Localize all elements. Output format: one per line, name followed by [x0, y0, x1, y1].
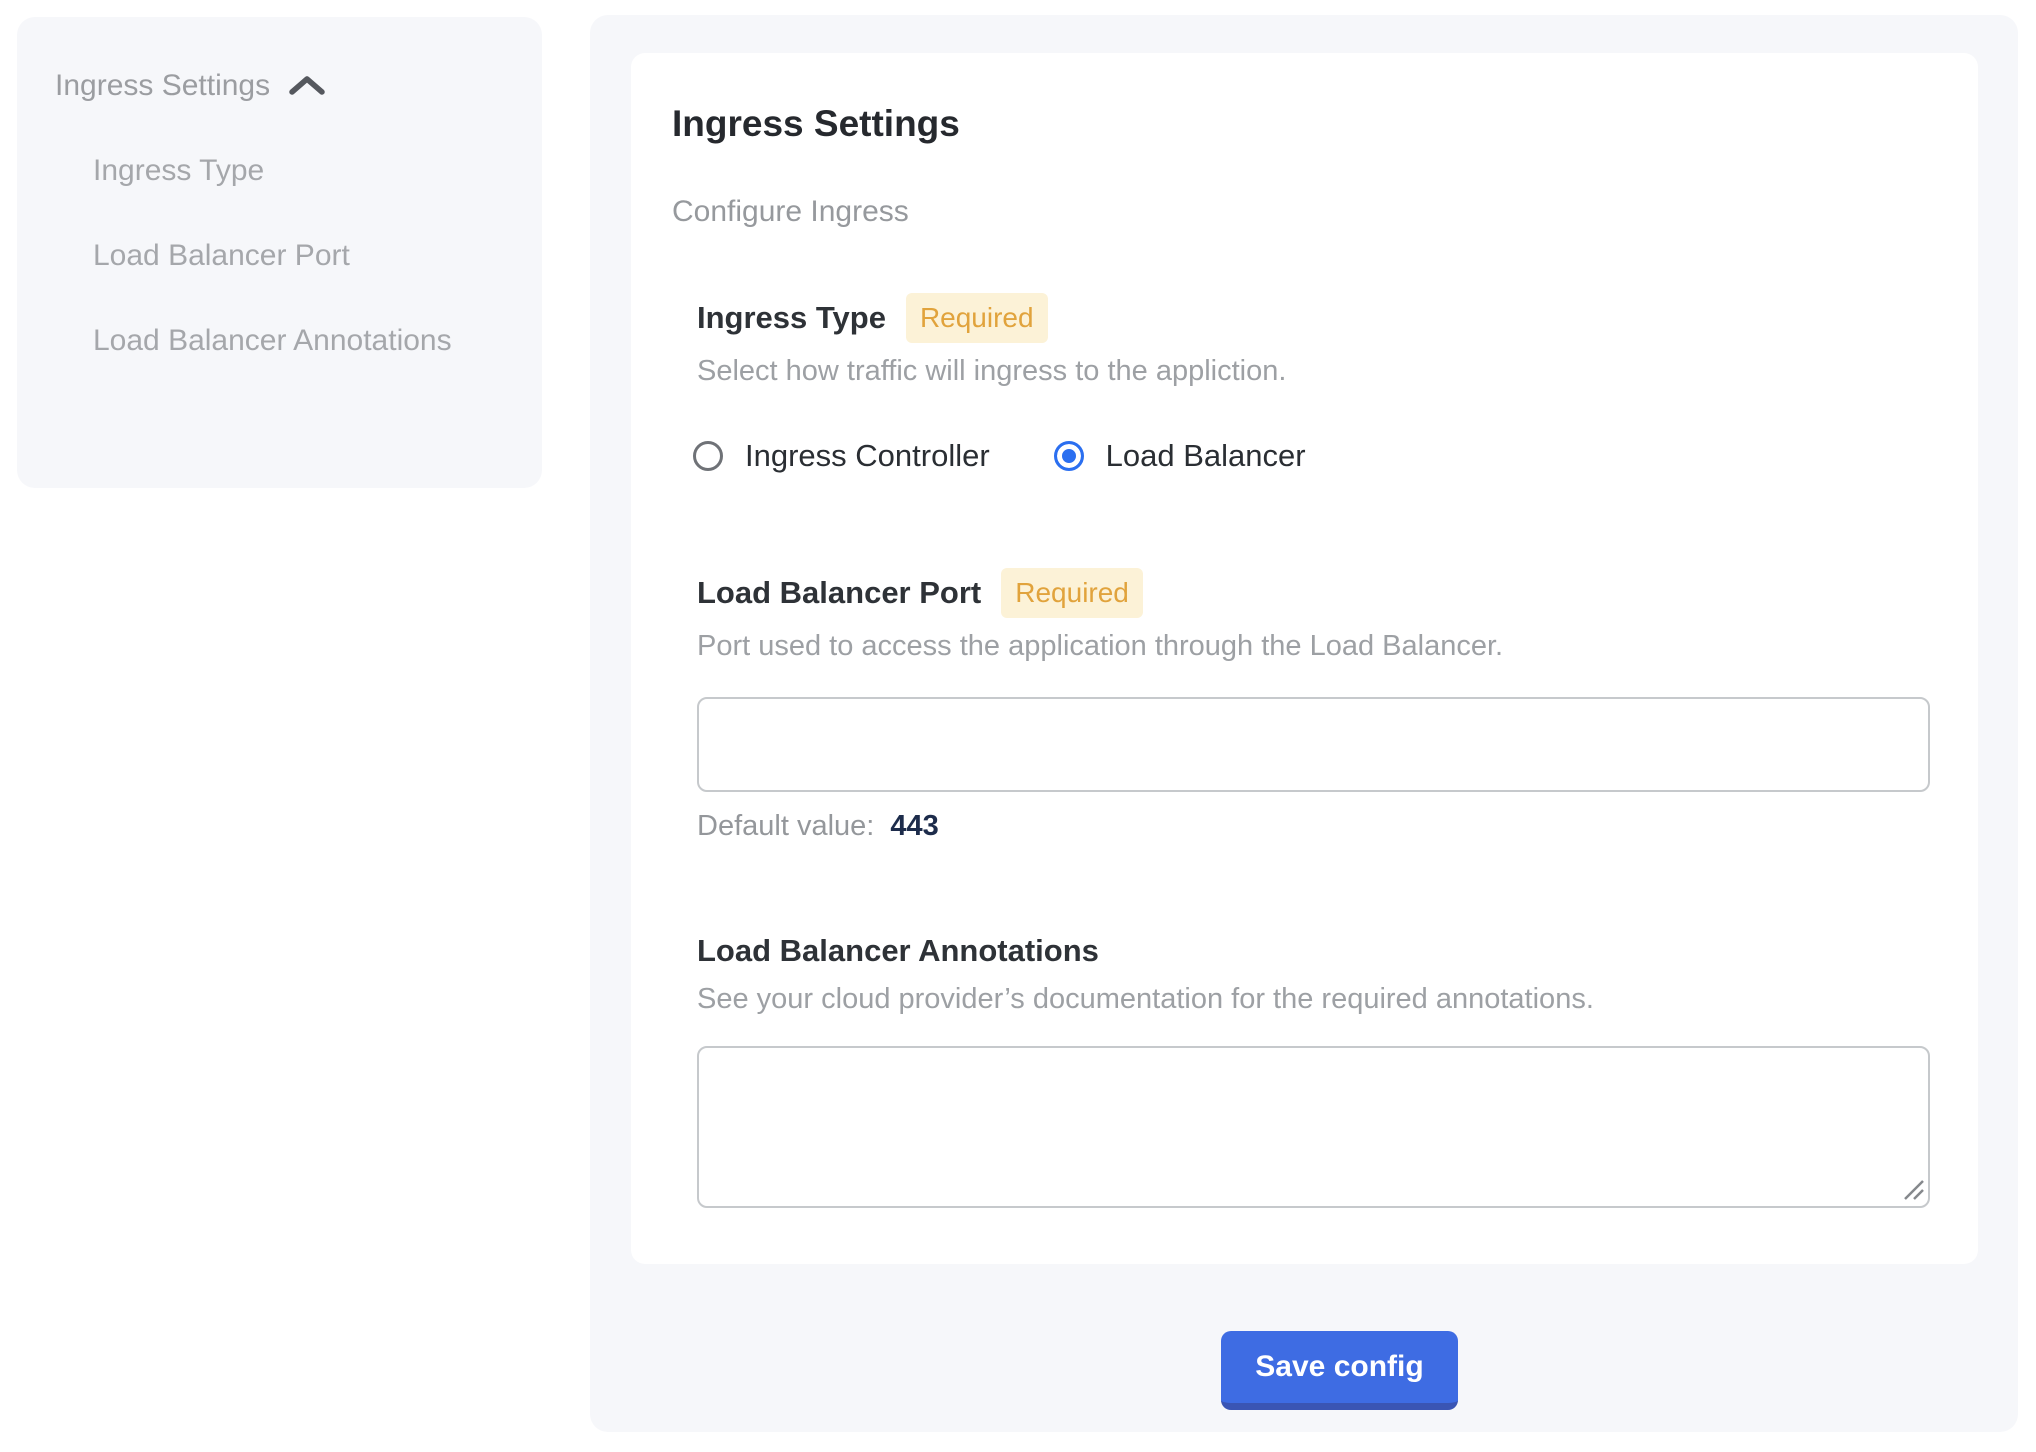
load-balancer-port-input[interactable]: [697, 697, 1930, 792]
lb-port-heading: Load Balancer Port: [697, 573, 981, 613]
ingress-type-description: Select how traffic will ingress to the a…: [697, 351, 1286, 391]
lb-annotations-heading: Load Balancer Annotations: [697, 931, 1099, 971]
radio-checked-icon[interactable]: [1054, 441, 1084, 471]
sidebar-item-load-balancer-annotations[interactable]: Load Balancer Annotations: [93, 298, 462, 383]
page-title: Ingress Settings: [672, 103, 960, 145]
ingress-type-radio-group: Ingress Controller Load Balancer: [693, 438, 1306, 474]
default-value-row: Default value: 443: [697, 810, 939, 843]
sidebar-item-ingress-type[interactable]: Ingress Type: [93, 128, 462, 213]
radio-label-load-balancer: Load Balancer: [1106, 438, 1306, 474]
radio-option-load-balancer[interactable]: Load Balancer: [1054, 438, 1306, 474]
section-ingress-type: Ingress Type Required Select how traffic…: [697, 293, 1286, 391]
section-heading-row: Ingress Type Required: [697, 293, 1286, 343]
section-heading-row: Load Balancer Annotations: [697, 931, 1594, 971]
section-load-balancer-annotations: Load Balancer Annotations See your cloud…: [697, 931, 1594, 1019]
section-load-balancer-port: Load Balancer Port Required Port used to…: [697, 568, 1503, 666]
radio-option-ingress-controller[interactable]: Ingress Controller: [693, 438, 990, 474]
sidebar-nav-list: Ingress Type Load Balancer Port Load Bal…: [55, 128, 542, 383]
radio-unchecked-icon[interactable]: [693, 441, 723, 471]
default-value-label: Default value:: [697, 810, 874, 842]
load-balancer-annotations-textarea[interactable]: [697, 1046, 1930, 1208]
save-config-button[interactable]: Save config: [1221, 1331, 1458, 1410]
radio-label-ingress-controller: Ingress Controller: [745, 438, 990, 474]
page-subtitle: Configure Ingress: [672, 195, 909, 229]
textarea-resize-handle-icon[interactable]: [1899, 1175, 1927, 1203]
required-badge: Required: [1001, 568, 1143, 618]
default-value-number: 443: [890, 810, 938, 842]
ingress-type-heading: Ingress Type: [697, 298, 886, 338]
lb-annotations-description: See your cloud provider’s documentation …: [697, 979, 1594, 1019]
lb-port-description: Port used to access the application thro…: [697, 626, 1503, 666]
sidebar-item-load-balancer-port[interactable]: Load Balancer Port: [93, 213, 462, 298]
sidebar-group-ingress-settings[interactable]: Ingress Settings: [55, 43, 542, 128]
ingress-settings-card: Ingress Settings Configure Ingress Ingre…: [631, 53, 1978, 1264]
chevron-up-icon: [288, 73, 326, 99]
section-heading-row: Load Balancer Port Required: [697, 568, 1503, 618]
required-badge: Required: [906, 293, 1048, 343]
sidebar-group-label: Ingress Settings: [55, 69, 270, 103]
main-panel: Ingress Settings Configure Ingress Ingre…: [590, 15, 2018, 1432]
config-nav-sidebar: Ingress Settings Ingress Type Load Balan…: [17, 17, 542, 488]
